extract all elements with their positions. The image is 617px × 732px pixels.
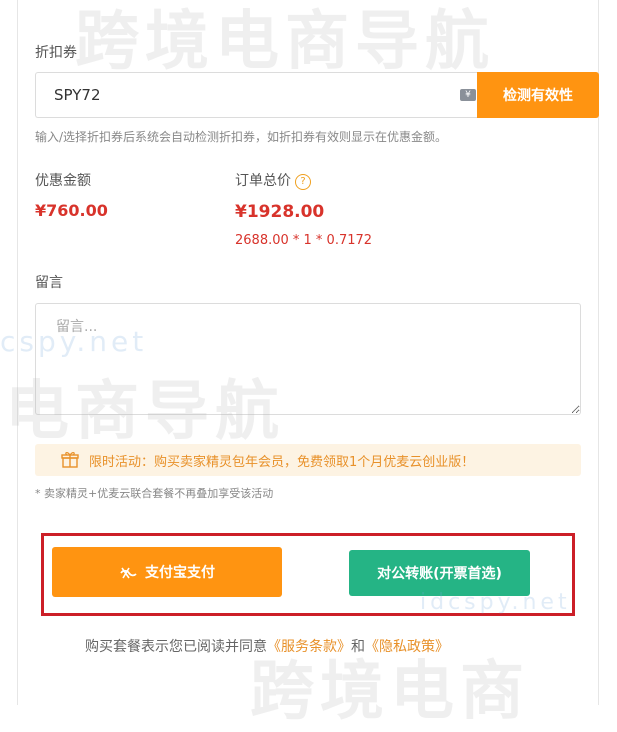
discount-value: ¥760.00 xyxy=(35,201,108,220)
privacy-link[interactable]: 《隐私政策》 xyxy=(365,639,449,655)
coupon-ticket-icon[interactable]: ¥ xyxy=(460,89,476,101)
discount-label: 优惠金额 xyxy=(35,173,91,189)
total-label-group: 订单总价? xyxy=(235,170,311,190)
alipay-button-label: 支付宝支付 xyxy=(145,565,215,581)
agreement-text: 购买套餐表示您已阅读并同意《服务条款》和《隐私政策》 xyxy=(85,636,449,656)
gift-icon xyxy=(61,452,79,468)
coupon-input[interactable] xyxy=(35,72,459,118)
promo-text: 限时活动：购买卖家精灵包年会员，免费领取1个月优麦云创业版！ xyxy=(89,454,475,470)
alipay-icon xyxy=(120,567,137,579)
bank-transfer-button[interactable]: 对公转账(开票首选) xyxy=(349,550,530,596)
total-label: 订单总价 xyxy=(235,173,291,189)
check-validity-button[interactable]: 检测有效性 xyxy=(477,72,599,118)
agreement-prefix: 购买套餐表示您已阅读并同意 xyxy=(85,639,267,655)
help-icon[interactable]: ? xyxy=(295,174,311,190)
alipay-button[interactable]: 支付宝支付 xyxy=(52,547,282,597)
coupon-label: 折扣券 xyxy=(35,45,77,61)
coupon-suffix: ¥ xyxy=(459,72,477,118)
price-formula: 2688.00 * 1 * 0.7172 xyxy=(235,233,373,248)
message-textarea[interactable] xyxy=(35,303,581,415)
promo-note: * 卖家精灵+优麦云联合套餐不再叠加享受该活动 xyxy=(35,487,274,500)
agreement-and: 和 xyxy=(351,639,365,655)
message-label: 留言 xyxy=(35,275,63,291)
coupon-hint: 输入/选择折扣券后系统会自动检测折扣券，如折扣券有效则显示在优惠金额。 xyxy=(35,130,448,144)
total-value: ¥1928.00 xyxy=(235,202,325,222)
terms-link[interactable]: 《服务条款》 xyxy=(267,639,351,655)
promo-banner: 限时活动：购买卖家精灵包年会员，免费领取1个月优麦云创业版！ xyxy=(35,444,581,476)
coupon-row: ¥ 检测有效性 xyxy=(35,72,599,120)
